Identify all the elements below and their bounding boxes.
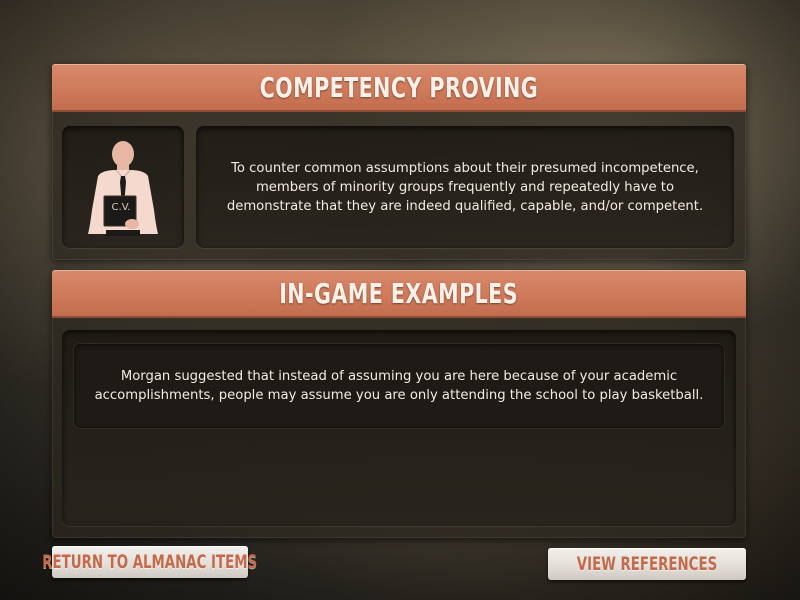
example-item: Morgan suggested that instead of assumin… xyxy=(74,344,724,428)
person-holding-cv-icon xyxy=(88,141,158,236)
term-panel: COMPETENCY PROVING C.V. To counter commo… xyxy=(52,64,746,260)
portrait-frame: C.V. xyxy=(62,126,184,248)
examples-header: IN-GAME EXAMPLES xyxy=(52,270,746,318)
term-description: To counter common assumptions about thei… xyxy=(226,160,704,214)
term-header: COMPETENCY PROVING xyxy=(52,64,746,112)
example-text: Morgan suggested that instead of assumin… xyxy=(94,369,704,403)
examples-panel: IN-GAME EXAMPLES Morgan suggested that i… xyxy=(52,270,746,538)
term-title: COMPETENCY PROVING xyxy=(259,70,539,104)
references-button-label: VIEW REFERENCES xyxy=(576,553,718,575)
return-to-almanac-button[interactable]: RETURN TO ALMANAC ITEMS xyxy=(43,546,257,578)
cv-label: C.V. xyxy=(111,202,131,213)
examples-list: Morgan suggested that instead of assumin… xyxy=(62,330,736,526)
term-description-box: To counter common assumptions about thei… xyxy=(196,126,734,248)
examples-title: IN-GAME EXAMPLES xyxy=(279,276,519,310)
view-references-button[interactable]: VIEW REFERENCES xyxy=(548,548,746,580)
return-button-label: RETURN TO ALMANAC ITEMS xyxy=(42,551,258,573)
